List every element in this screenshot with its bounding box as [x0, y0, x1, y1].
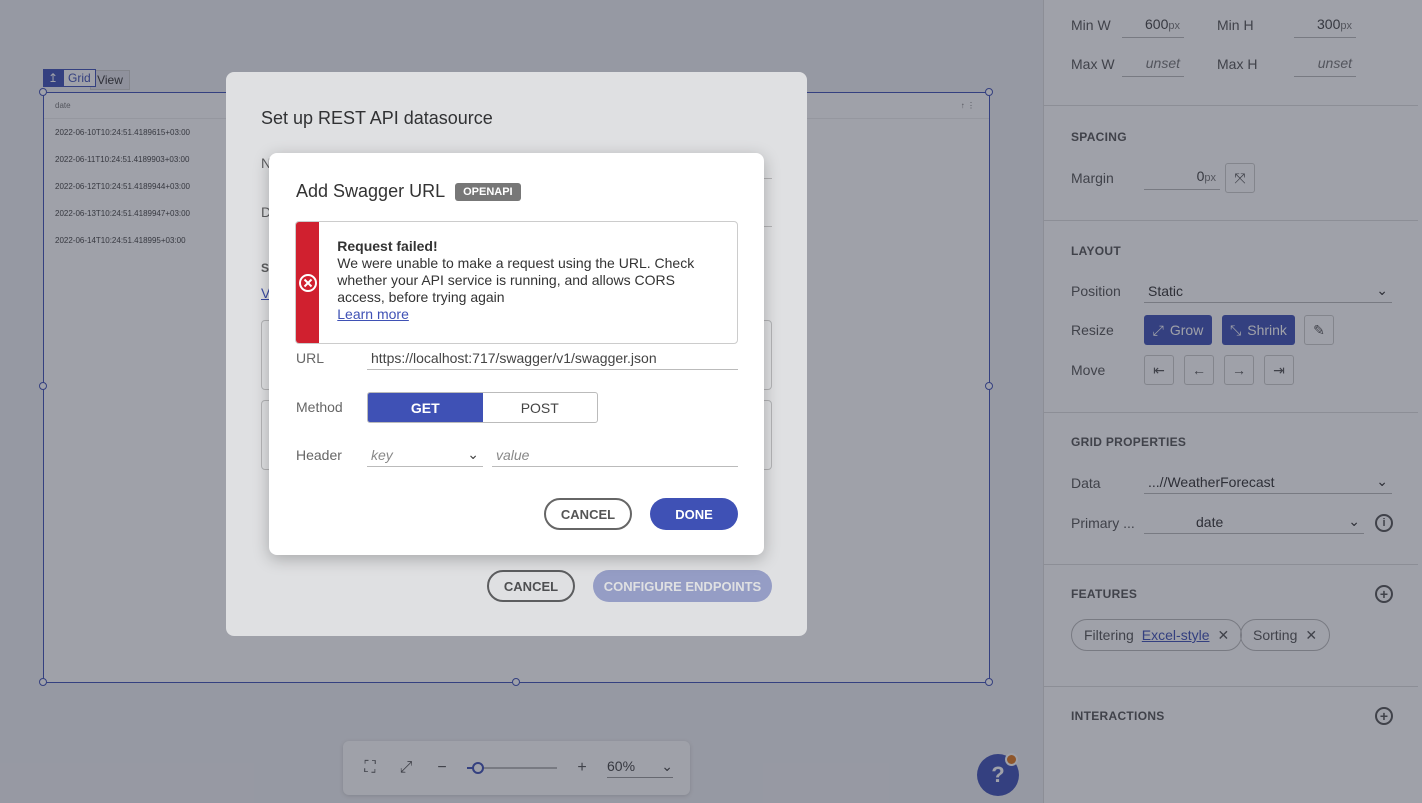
alert-message: We were unable to make a request using t… — [337, 255, 695, 305]
url-label: URL — [296, 350, 325, 366]
chevron-down-icon: ⌄ — [467, 446, 479, 462]
alert-title: Request failed! — [337, 238, 438, 254]
add-swagger-url-dialog: Add Swagger URL OPENAPI Request failed! … — [269, 153, 764, 555]
done-button[interactable]: DONE — [650, 498, 738, 530]
header-value-input[interactable]: value — [492, 443, 738, 467]
dialog-title: Add Swagger URL OPENAPI — [296, 181, 521, 202]
method-post-button[interactable]: POST — [483, 393, 598, 422]
cancel-button[interactable]: CANCEL — [544, 498, 632, 530]
header-key-select[interactable]: key ⌄ — [367, 443, 483, 467]
header-label: Header — [296, 447, 342, 463]
url-input[interactable]: https://localhost:717/swagger/v1/swagger… — [367, 346, 738, 370]
method-toggle: GET POST — [367, 392, 598, 423]
error-circle-icon — [298, 273, 317, 292]
openapi-badge: OPENAPI — [455, 182, 521, 201]
learn-more-link[interactable]: Learn more — [337, 306, 409, 322]
error-bar — [296, 222, 320, 343]
method-label: Method — [296, 399, 343, 415]
error-alert: Request failed! We were unable to make a… — [295, 221, 738, 344]
method-get-button[interactable]: GET — [368, 393, 483, 422]
dialog-title-text: Add Swagger URL — [296, 181, 446, 201]
